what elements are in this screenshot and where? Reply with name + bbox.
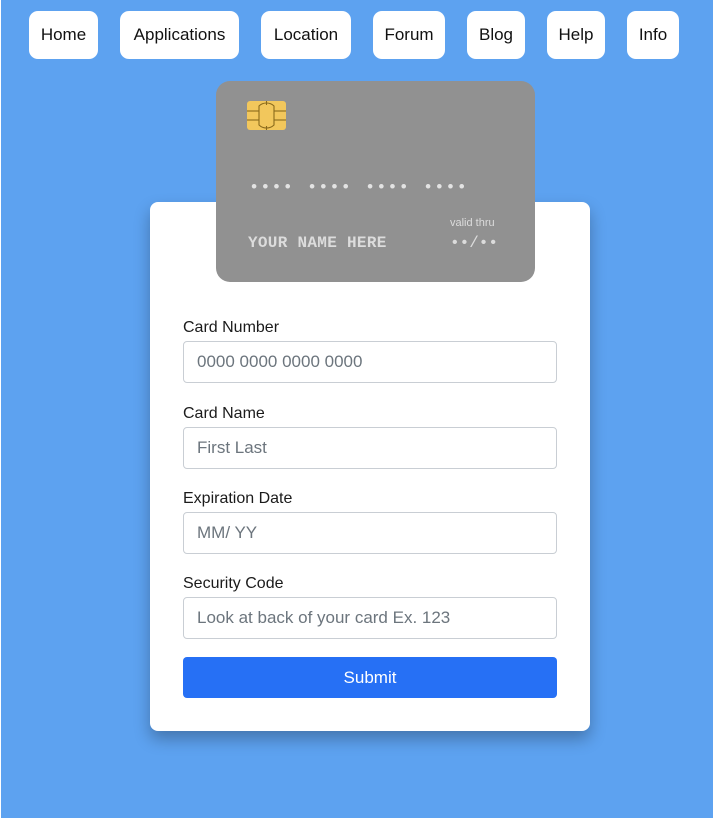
nav-applications-button[interactable]: Applications xyxy=(120,11,239,59)
sim-chip-icon xyxy=(247,101,286,130)
expiration-date-input[interactable] xyxy=(183,512,557,554)
nav-home-button[interactable]: Home xyxy=(29,11,98,59)
nav-location-button[interactable]: Location xyxy=(261,11,351,59)
nav-forum-button[interactable]: Forum xyxy=(373,11,445,59)
credit-card-preview: •••• •••• •••• •••• valid thru YOUR NAME… xyxy=(216,81,535,282)
nav-help-button[interactable]: Help xyxy=(547,11,605,59)
top-navigation: Home Applications Location Forum Blog He… xyxy=(0,11,714,59)
card-number-label: Card Number xyxy=(183,319,280,336)
card-number-input[interactable] xyxy=(183,341,557,383)
valid-thru-label: valid thru xyxy=(450,217,495,229)
security-code-input[interactable] xyxy=(183,597,557,639)
card-expiry-display: ••/•• xyxy=(450,234,499,252)
card-number-display: •••• •••• •••• •••• xyxy=(249,179,468,198)
expiration-date-label: Expiration Date xyxy=(183,490,293,507)
nav-blog-button[interactable]: Blog xyxy=(467,11,525,59)
card-name-label: Card Name xyxy=(183,405,265,422)
nav-info-button[interactable]: Info xyxy=(627,11,679,59)
security-code-label: Security Code xyxy=(183,575,284,592)
submit-button[interactable]: Submit xyxy=(183,657,557,698)
card-name-input[interactable] xyxy=(183,427,557,469)
card-name-display: YOUR NAME HERE xyxy=(248,234,387,252)
